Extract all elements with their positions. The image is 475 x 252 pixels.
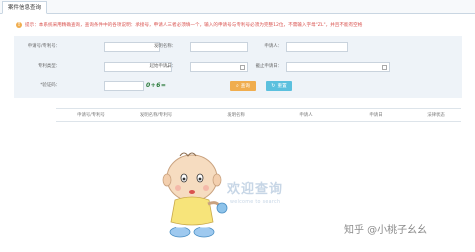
tab-case-query[interactable]: 案件信息查询 [2,1,48,14]
end-date-input[interactable] [286,62,390,72]
query-button-label: 查询 [240,84,250,89]
notice-banner: ! 提示：本系统采用精确查询，查询条件中的各项说明：承接号，申请人三者必须填一个，… [16,20,460,32]
captcha-text: 0+6= [146,82,167,89]
search-icon: ⌕ [235,83,239,89]
welcome-subtitle: welcome to search [230,200,281,205]
patent-type-label: 专利类型： [38,64,60,69]
applicant-label: 申请人： [264,44,282,49]
query-button[interactable]: ⌕ 查询 [230,81,256,91]
reset-button-label: 重置 [277,84,287,89]
welcome-illustration: 欢迎查询 welcome to search [150,148,320,243]
column-header: 发明名称/专利号 [139,113,173,118]
start-date-label: 起始申请日： [149,64,176,69]
end-date-label: 截止申请日： [255,64,282,69]
captcha-input[interactable] [104,81,144,91]
search-form: 申请号/专利号： 发明名称： 申请人： 专利类型： ▾ 起始申请日： 截止申请日… [14,36,462,98]
notice-text: 提示：本系统采用精确查询，查询条件中的各项说明：承接号，申请人三者必须填一个，输… [25,23,363,28]
application-no-label: 申请号/专利号： [27,44,60,49]
applicant-input[interactable] [286,42,348,52]
warning-icon: ! [16,21,22,28]
watermark: 知乎 @小桃子幺幺 [344,225,428,236]
column-header: 法律状态 [427,113,445,118]
results-table-header: 申请号/专利号 发明名称/专利号 发明名称 申请人 申请日 法律状态 [56,108,461,122]
welcome-title: 欢迎查询 [227,182,284,197]
column-header: 发明名称 [227,113,245,118]
calendar-icon[interactable] [382,65,387,70]
column-header: 申请人 [299,113,313,118]
reset-button[interactable]: ↻ 重置 [266,81,292,91]
captcha-label: *验证码： [40,83,60,88]
refresh-icon: ↻ [271,83,276,89]
column-header: 申请日 [369,113,383,118]
captcha-image[interactable]: 0+6= [146,81,166,91]
tab-bar: 案件信息查询 [0,0,475,14]
patent-name-label: 发明名称： [154,44,176,49]
